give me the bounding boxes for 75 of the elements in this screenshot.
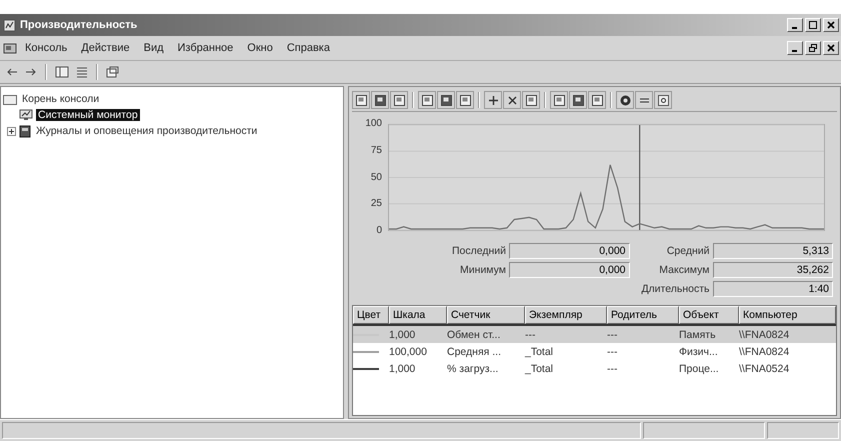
legend-row[interactable]: 1,000 Обмен ст... --- --- Память \\FNA0824 (353, 326, 836, 343)
column-header[interactable]: Шкала (389, 306, 447, 324)
axis-tick-label: 75 (370, 144, 382, 156)
close-icon (827, 21, 835, 29)
table-cell-text: 1,000 (389, 328, 416, 340)
menu-item[interactable]: Консоль (19, 40, 74, 56)
restore-icon (809, 44, 817, 52)
stat-label: Максимум (658, 264, 710, 276)
menu-item[interactable]: Действие (75, 40, 136, 56)
log-book-icon (19, 124, 31, 138)
legend-row[interactable]: 100,000 Средняя ... _Total --- Физич... \\FNA0824 (353, 343, 836, 360)
stat-value-field: 0,000 (509, 243, 630, 259)
app-icon (3, 18, 16, 32)
stat-value-field: 1:40 (712, 281, 833, 297)
menu-item[interactable]: Вид (138, 40, 170, 56)
stat-label: Средний (666, 245, 710, 257)
minimize-button[interactable] (787, 18, 803, 32)
stat-label: Длительность (640, 283, 710, 295)
table-cell-text: 100,000 (389, 346, 428, 358)
column-header[interactable]: Счетчик (447, 306, 525, 324)
minimize-button[interactable] (787, 41, 803, 55)
table-cell-text: _Total (525, 346, 554, 358)
table-cell-text: Память (679, 328, 717, 340)
menu-item[interactable]: Справка (280, 40, 336, 56)
console-icon (3, 42, 17, 54)
folder-icon (3, 94, 17, 104)
table-cell-text: Обмен ст... (447, 328, 502, 340)
maximize-icon (809, 21, 817, 29)
column-header[interactable]: Компьютер (739, 306, 836, 324)
menu-item[interactable]: Окно (241, 40, 279, 56)
maximize-button[interactable] (805, 18, 821, 32)
axis-tick-label: 50 (370, 172, 382, 182)
table-cell-text: % загруз... (447, 362, 500, 374)
tree-item[interactable]: Корень консоли (20, 93, 102, 105)
stat-label: Последний (450, 245, 506, 257)
axis-tick-label: 0 (376, 225, 382, 236)
monitor-icon (19, 109, 33, 121)
table-cell-text: 1,000 (389, 362, 416, 374)
column-header[interactable]: Родитель (607, 306, 679, 324)
table-cell-text: --- (607, 346, 618, 358)
table-cell: \\FNA0824 (739, 346, 790, 358)
list-icon[interactable] (74, 65, 90, 79)
close-button[interactable] (823, 41, 839, 55)
column-header[interactable]: Цвет (353, 306, 389, 324)
tree-item[interactable]: Системный монитор (36, 109, 140, 121)
table-cell-text: Средняя ... (447, 346, 502, 358)
axis-tick-label: 25 (370, 198, 382, 210)
column-header[interactable]: Объект (679, 306, 739, 324)
stat-label: Минимум (459, 264, 506, 276)
window-title: Производительность (20, 19, 138, 31)
table-cell-text: _Total (525, 362, 554, 374)
new-window-icon[interactable] (104, 65, 121, 79)
expand-toggle[interactable] (7, 126, 16, 136)
column-header[interactable]: Экземпляр (525, 306, 607, 324)
restore-button[interactable] (805, 41, 821, 55)
add-icon[interactable] (484, 91, 502, 109)
stat-value-field: 5,313 (712, 243, 833, 259)
table-cell: \\FNA0824 (739, 328, 790, 340)
table-cell: \\FNA0524 (739, 362, 790, 374)
close-button[interactable] (823, 18, 839, 32)
table-cell-text: --- (525, 328, 536, 340)
axis-tick-label: 100 (365, 118, 382, 129)
status-pane (767, 422, 839, 439)
table-cell-text: Проце... (679, 362, 720, 374)
tree-item[interactable]: Журналы и оповещения производительности (34, 125, 260, 137)
table-cell-text: --- (607, 328, 618, 340)
menu-item[interactable]: Избранное (172, 40, 240, 56)
close-icon (827, 44, 835, 52)
stat-value-field: 35,262 (712, 262, 833, 278)
delete-icon[interactable] (503, 91, 521, 109)
table-cell-text: --- (607, 362, 618, 374)
stat-value-field: 0,000 (509, 262, 630, 278)
tree-toggle-icon[interactable] (53, 65, 71, 79)
table-cell-text: Физич... (679, 346, 719, 358)
legend-row[interactable]: 1,000 % загруз... _Total --- Проце... \\FNA0524 (353, 360, 836, 377)
